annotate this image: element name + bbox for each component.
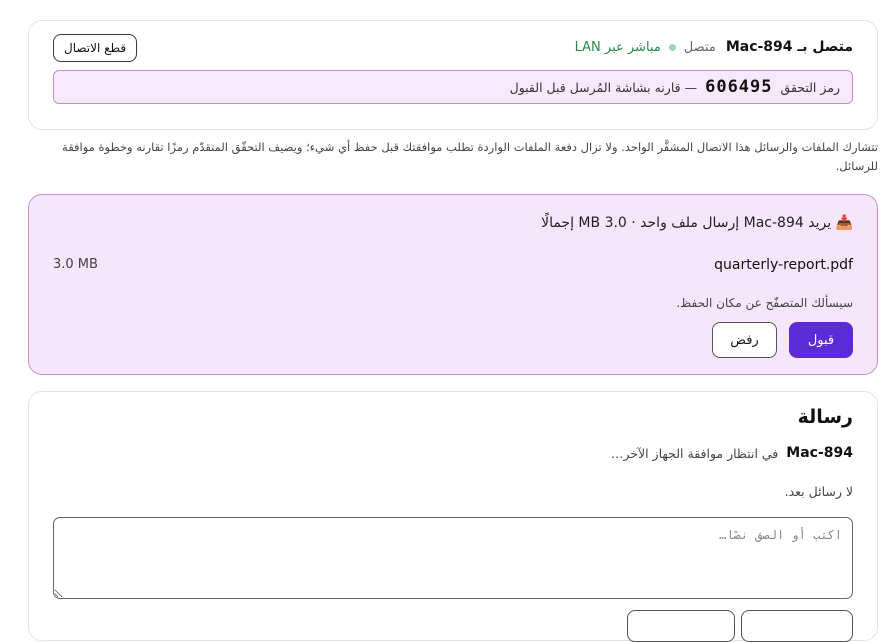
file-name: quarterly-report.pdf <box>714 257 853 273</box>
connection-status: متصل <box>683 39 716 55</box>
peer-status-row: Mac-894 في انتظار موافقة الجهاز الآخر… <box>611 445 853 461</box>
file-offer-card: 📥 يريد Mac-894 إرسال ملف واحد · 3.0 MB إ… <box>28 194 878 375</box>
accept-button[interactable]: قبول <box>789 322 853 358</box>
transport-label: مباشر عبر LAN <box>574 39 661 55</box>
connection-status-row: متصل بـ Mac-894 متصل مباشر عبر LAN <box>575 39 853 55</box>
disconnect-button[interactable]: قطع الاتصال <box>53 34 138 62</box>
status-dot-icon <box>668 43 676 51</box>
secondary-button[interactable] <box>627 610 735 642</box>
reject-button[interactable]: رفض <box>712 322 777 358</box>
message-card: رسالة Mac-894 في انتظار موافقة الجهاز ال… <box>28 391 878 642</box>
verify-code: 606495 <box>705 77 773 97</box>
peer-name: Mac-894 <box>786 445 853 461</box>
send-button[interactable] <box>741 610 853 642</box>
offer-title-row: 📥 يريد Mac-894 إرسال ملف واحد · 3.0 MB إ… <box>541 215 853 231</box>
verification-banner: رمز التحقق 606495 — قارنه بشاشة المُرسل … <box>53 70 853 104</box>
verify-hint: — قارنه بشاشة المُرسل قبل القبول <box>509 79 698 95</box>
peer-status: في انتظار موافقة الجهاز الآخر… <box>610 445 779 461</box>
save-hint: سيسألك المتصفّح عن مكان الحفظ. <box>676 296 853 310</box>
connection-title: متصل بـ Mac-894 <box>725 39 853 55</box>
connection-card: متصل بـ Mac-894 متصل مباشر عبر LAN قطع ا… <box>28 20 878 130</box>
message-input[interactable] <box>53 517 853 599</box>
file-size: 3.0 MB <box>53 257 98 272</box>
empty-messages: لا رسائل بعد. <box>784 484 853 499</box>
inbox-tray-icon: 📥 <box>835 215 853 231</box>
verify-label: رمز التحقق <box>780 79 840 95</box>
message-title: رسالة <box>797 406 853 428</box>
offer-title: يريد Mac-894 إرسال ملف واحد · 3.0 MB إجم… <box>541 215 832 231</box>
intro-description: تتشارك الملفات والرسائل هذا الاتصال المش… <box>62 140 878 173</box>
